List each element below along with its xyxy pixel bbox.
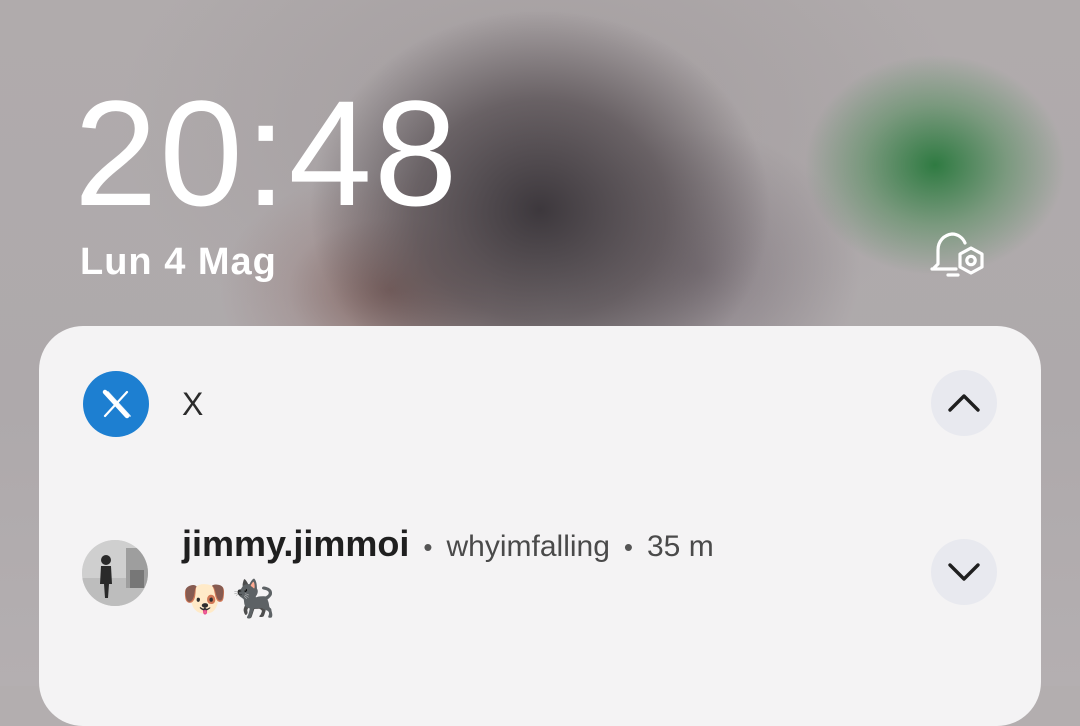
separator-dot: • xyxy=(423,532,433,562)
x-logo-icon xyxy=(83,371,149,437)
account-name: whyimfalling xyxy=(446,530,610,563)
lockscreen-clock: 20:48 xyxy=(74,69,460,237)
chevron-up-icon xyxy=(948,394,980,412)
sender-name: jimmy.jimmoi xyxy=(182,523,410,564)
notification-message: 🐶🐈‍⬛ xyxy=(182,579,280,620)
avatar xyxy=(82,540,148,606)
chevron-down-icon xyxy=(948,563,980,581)
separator-dot: • xyxy=(623,532,633,562)
expand-button[interactable] xyxy=(931,539,997,605)
lockscreen-date: Lun 4 Mag xyxy=(80,241,277,283)
notification-app-name: X xyxy=(182,386,204,422)
notification-card[interactable]: X jimmy.jimmoi • whyimfalling • 35 m 🐶🐈‍… xyxy=(39,326,1041,726)
notification-time: 35 m xyxy=(647,530,714,563)
notification-header: jimmy.jimmoi • whyimfalling • 35 m xyxy=(182,522,714,569)
alarm-settings-icon[interactable] xyxy=(928,228,992,284)
collapse-button[interactable] xyxy=(931,370,997,436)
